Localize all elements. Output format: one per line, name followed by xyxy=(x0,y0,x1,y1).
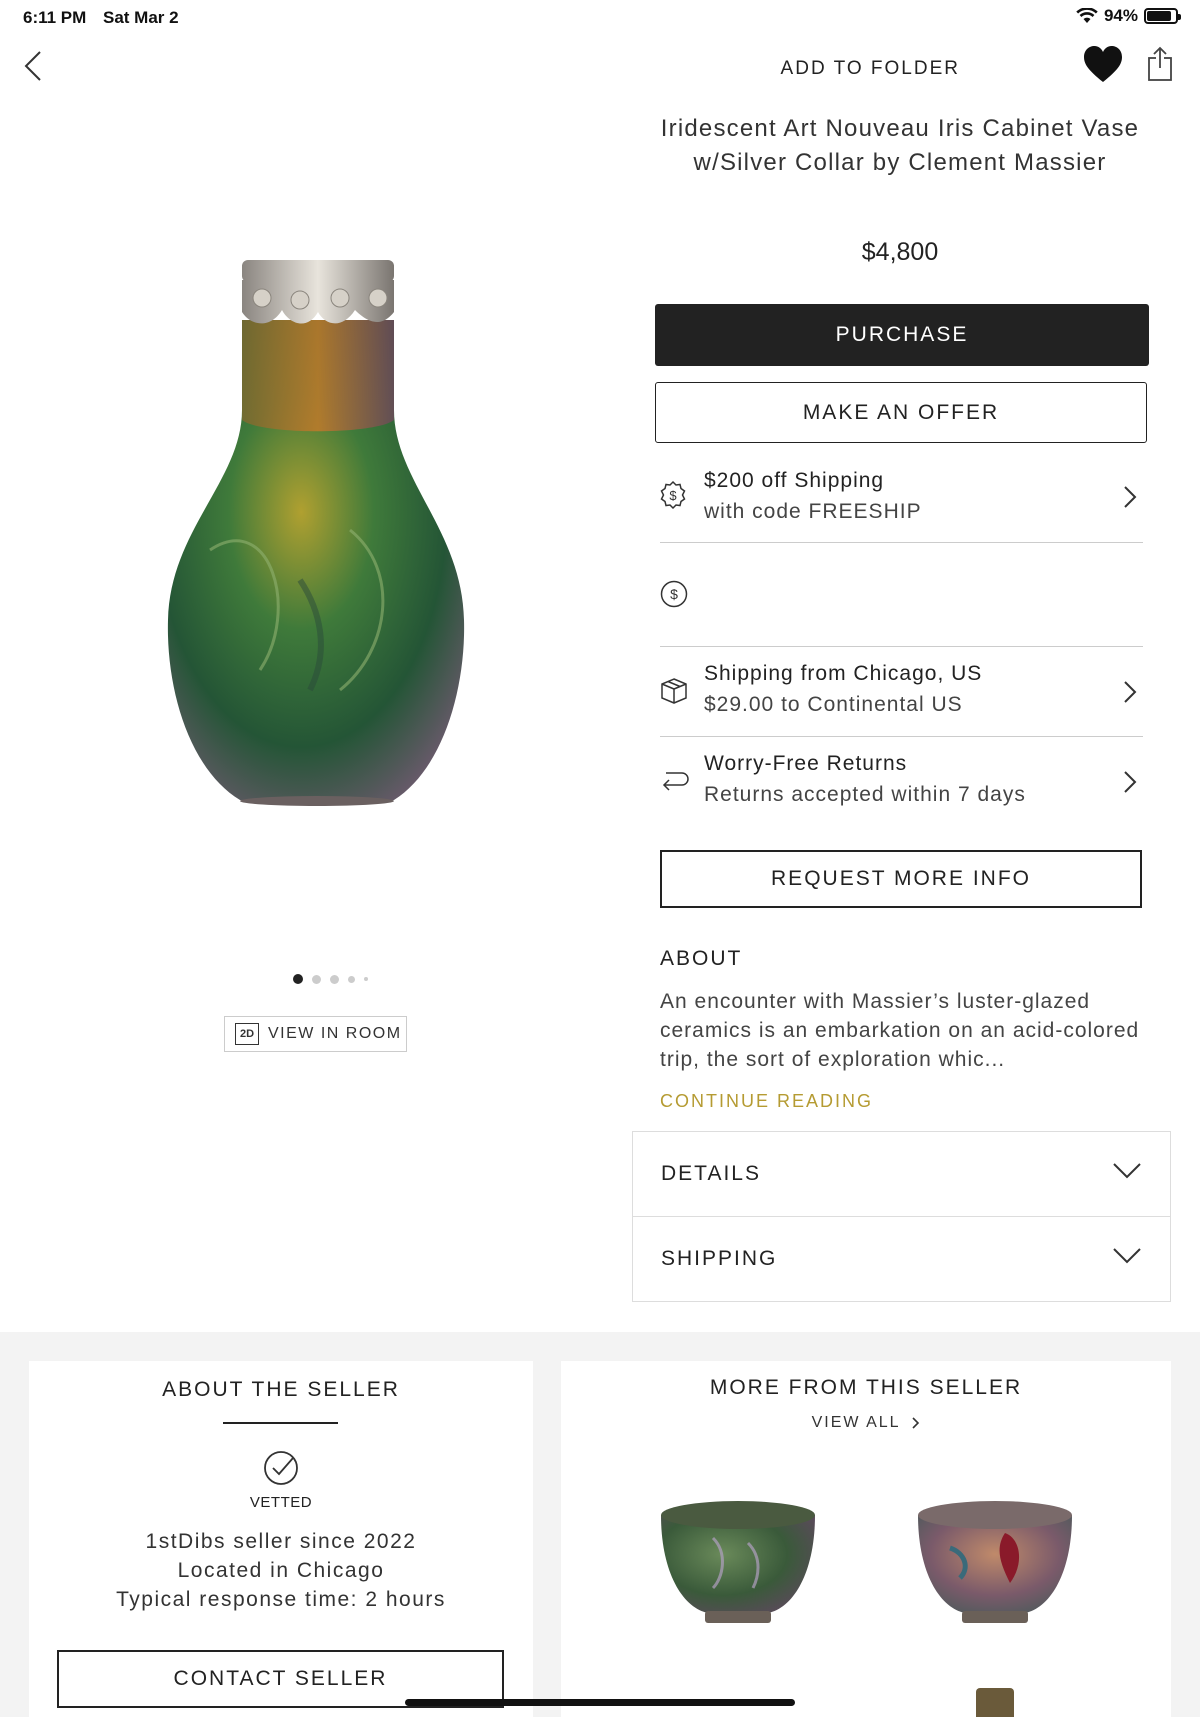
view-in-room-button[interactable]: 2D VIEW IN ROOM xyxy=(224,1016,407,1052)
chevron-right-icon xyxy=(1124,681,1137,703)
about-heading: ABOUT xyxy=(660,947,743,970)
shipping-accordion[interactable]: SHIPPING xyxy=(632,1216,1171,1302)
vetted-badge: VETTED xyxy=(249,1494,313,1511)
promo-code: with code FREESHIP xyxy=(704,500,922,523)
gallery-dot[interactable] xyxy=(330,974,339,984)
gallery-dot[interactable] xyxy=(293,974,303,984)
price-info-row: $ xyxy=(660,543,1143,647)
make-offer-button[interactable]: MAKE AN OFFER xyxy=(655,382,1147,443)
seller-location: Located in Chicago xyxy=(177,1559,385,1582)
battery-icon xyxy=(1144,8,1181,24)
gallery-pagination[interactable] xyxy=(293,974,368,984)
about-seller-heading: ABOUT THE SELLER xyxy=(162,1378,400,1401)
details-label: DETAILS xyxy=(661,1162,761,1185)
share-icon[interactable] xyxy=(1146,46,1174,82)
svg-text:$: $ xyxy=(670,586,678,602)
package-icon xyxy=(661,678,687,704)
seller-response-time: Typical response time: 2 hours xyxy=(116,1588,446,1611)
gallery-dot[interactable] xyxy=(312,974,321,984)
returns-policy: Returns accepted within 7 days xyxy=(704,783,1026,806)
dollar-circle-icon: $ xyxy=(660,580,688,608)
return-arrow-icon xyxy=(662,772,689,791)
promo-row[interactable]: $ $200 off Shipping with code FREESHIP xyxy=(660,463,1143,543)
product-price: $4,800 xyxy=(861,238,939,266)
chevron-down-icon xyxy=(1113,1248,1141,1264)
chevron-right-icon xyxy=(1124,486,1137,508)
product-image-vase[interactable] xyxy=(150,250,480,810)
details-accordion[interactable]: DETAILS xyxy=(632,1131,1171,1217)
request-more-info-button[interactable]: REQUEST MORE INFO xyxy=(660,850,1142,908)
heart-icon[interactable] xyxy=(1082,44,1124,84)
status-bar: 6:11 PM Sat Mar 2 94% xyxy=(0,0,1200,34)
product-title: Iridescent Art Nouveau Iris Cabinet Vase… xyxy=(660,115,1140,176)
view-in-room-label: VIEW IN ROOM xyxy=(268,1025,402,1042)
svg-text:$: $ xyxy=(669,488,677,503)
seller-item-bowl-1[interactable] xyxy=(653,1493,823,1629)
view-all-link[interactable]: VIEW ALL xyxy=(561,1414,1171,1432)
returns-title: Worry-Free Returns xyxy=(704,752,908,775)
seller-info: 1stDibs seller since 2022 Located in Chi… xyxy=(29,1527,533,1614)
wifi-icon xyxy=(1076,8,1098,23)
shipping-info-row[interactable]: Shipping from Chicago, US $29.00 to Cont… xyxy=(660,647,1143,737)
shipping-from: Shipping from Chicago, US xyxy=(704,662,983,685)
shipping-label: SHIPPING xyxy=(661,1247,778,1270)
view-all-label: VIEW ALL xyxy=(811,1414,900,1431)
promo-title: $200 off Shipping xyxy=(704,469,885,492)
status-date: Sat Mar 2 xyxy=(103,8,179,27)
chevron-right-icon xyxy=(1124,771,1137,793)
continue-reading-link[interactable]: CONTINUE READING xyxy=(660,1091,873,1112)
chevron-right-icon xyxy=(912,1417,920,1429)
status-time: 6:11 PM xyxy=(23,8,87,27)
back-chevron-icon[interactable] xyxy=(22,46,46,86)
home-indicator[interactable] xyxy=(405,1699,795,1706)
battery-percent: 94% xyxy=(1103,6,1138,25)
about-text: An encounter with Massier’s luster-glaze… xyxy=(660,990,1140,1071)
gallery-dot[interactable] xyxy=(364,977,368,981)
vetted-check-icon xyxy=(264,1451,298,1485)
add-to-folder-button[interactable]: ADD TO FOLDER xyxy=(781,58,960,80)
shipping-cost: $29.00 to Continental US xyxy=(704,693,963,716)
purchase-button[interactable]: PURCHASE xyxy=(655,304,1149,366)
promo-badge-icon: $ xyxy=(660,480,686,510)
gallery-dot[interactable] xyxy=(348,975,355,983)
2d-icon: 2D xyxy=(235,1023,259,1045)
seller-item-bowl-2[interactable] xyxy=(910,1493,1080,1629)
seller-since: 1stDibs seller since 2022 xyxy=(145,1530,417,1553)
status-right: 94% xyxy=(1076,6,1181,26)
chevron-down-icon xyxy=(1113,1163,1141,1179)
more-from-seller-heading: MORE FROM THIS SELLER xyxy=(709,1376,1023,1399)
returns-row[interactable]: Worry-Free Returns Returns accepted with… xyxy=(660,737,1143,827)
heading-underline xyxy=(223,1422,338,1424)
seller-item-vase-partial[interactable] xyxy=(976,1688,1014,1717)
